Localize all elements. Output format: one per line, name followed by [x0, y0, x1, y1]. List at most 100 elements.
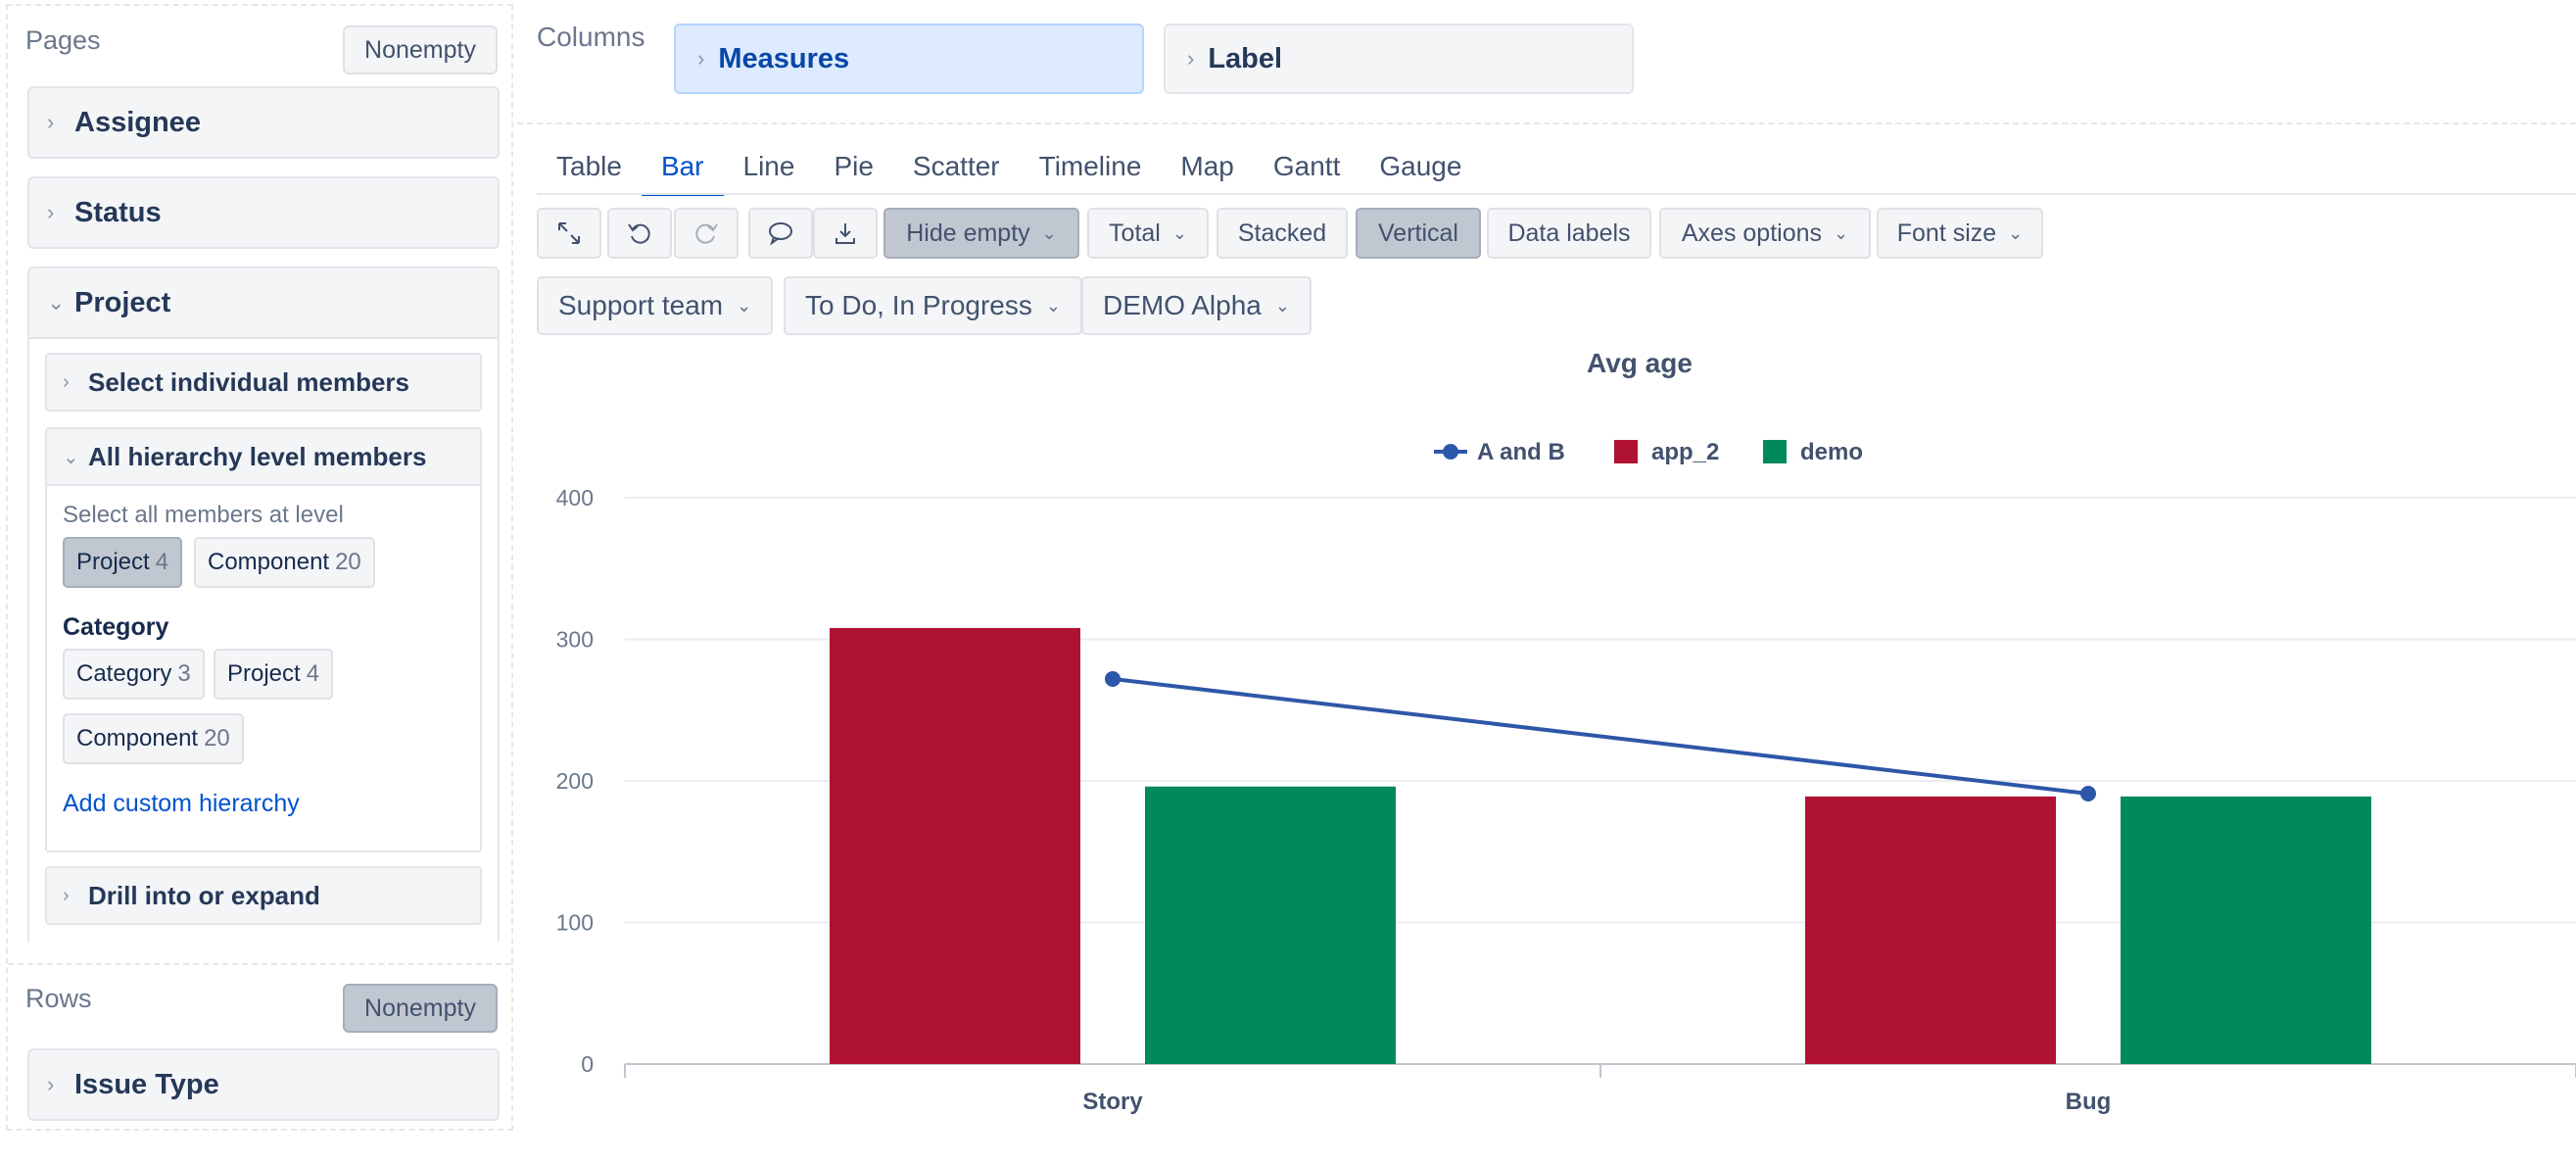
filter-project[interactable]: DEMO Alpha ⌄ — [1081, 276, 1312, 335]
chevron-down-icon: ⌄ — [1274, 295, 1290, 315]
select-individual-members[interactable]: › Select individual members — [45, 353, 482, 412]
y-tick-label: 200 — [556, 768, 594, 794]
x-tick-label: Story — [1082, 1089, 1143, 1115]
page-dimension-status[interactable]: › Status — [27, 176, 500, 249]
tab-line[interactable]: Line — [724, 147, 815, 194]
column-dimension-measures[interactable]: › Measures — [674, 24, 1144, 94]
level-chip-project[interactable]: Project 4 — [63, 537, 183, 588]
tab-pie[interactable]: Pie — [814, 147, 892, 194]
redo-button[interactable] — [674, 208, 739, 259]
chevron-right-icon: › — [47, 1072, 55, 1096]
dimension-label: Issue Type — [74, 1068, 219, 1100]
legend-swatch — [1763, 440, 1787, 463]
total-dropdown[interactable]: Total ⌄ — [1087, 208, 1209, 259]
legend-label: demo — [1800, 439, 1863, 465]
redo-icon — [695, 223, 718, 244]
filter-support-team[interactable]: Support team ⌄ — [537, 276, 774, 335]
chevron-right-icon: › — [47, 110, 55, 134]
category-chip-project[interactable]: Project 4 — [214, 649, 334, 700]
chip-count: 4 — [306, 660, 320, 687]
dimension-label: Measures — [718, 42, 850, 74]
undo-button[interactable] — [607, 208, 672, 259]
tab-scatter[interactable]: Scatter — [893, 147, 1020, 194]
row-dimension-issue-type[interactable]: › Issue Type — [27, 1048, 500, 1121]
chevron-down-icon: ⌄ — [737, 295, 752, 315]
dimension-label: Label — [1208, 42, 1283, 74]
chart-title: Avg age — [1587, 348, 1693, 378]
project-options: › Select individual members ⌄ All hierar… — [29, 337, 498, 945]
data-labels-button[interactable]: Data labels — [1487, 208, 1651, 259]
axes-options-dropdown[interactable]: Axes options ⌄ — [1659, 208, 1871, 259]
chip-label: Category — [76, 660, 172, 687]
page-dimension-project[interactable]: ⌄ Project › Select individual members ⌄ … — [27, 267, 500, 945]
legend-label: app_2 — [1651, 439, 1719, 465]
tab-gantt[interactable]: Gantt — [1254, 147, 1360, 194]
undo-icon — [628, 223, 650, 244]
select-individual-label: Select individual members — [88, 366, 410, 397]
tab-map[interactable]: Map — [1161, 147, 1253, 194]
bar-app_2 — [1805, 796, 2056, 1064]
legend-swatch — [1614, 440, 1638, 463]
vertical-button[interactable]: Vertical — [1356, 208, 1481, 259]
chevron-right-icon: › — [63, 884, 70, 906]
total-label: Total — [1109, 218, 1161, 247]
category-chip-category[interactable]: Category 3 — [63, 649, 205, 700]
chip-label: Project — [76, 549, 150, 575]
column-dimension-label[interactable]: › Label — [1164, 24, 1634, 94]
tab-timeline[interactable]: Timeline — [1020, 147, 1162, 194]
tab-gauge[interactable]: Gauge — [1360, 147, 1481, 194]
page-dimension-assignee[interactable]: › Assignee — [27, 86, 500, 159]
pages-rows-panel: Pages Nonempty › Assignee › Status ⌄ Pro… — [6, 4, 513, 1131]
tab-table[interactable]: Table — [537, 147, 642, 194]
chip-label: Component — [76, 725, 199, 752]
bar-demo — [2121, 796, 2371, 1064]
legend-label: A and B — [1477, 439, 1565, 465]
drill-into-or-expand[interactable]: › Drill into or expand — [45, 866, 482, 925]
y-tick-label: 400 — [556, 485, 594, 510]
chip-label: Component — [208, 549, 330, 575]
chevron-down-icon: ⌄ — [1171, 222, 1187, 243]
chevron-down-icon: ⌄ — [63, 446, 79, 468]
tab-bar[interactable]: Bar — [641, 147, 724, 196]
pages-title: Pages — [25, 25, 101, 55]
chevron-right-icon: › — [47, 200, 55, 224]
section-divider — [8, 963, 511, 965]
all-hierarchy-level-members[interactable]: ⌄ All hierarchy level members Select all… — [45, 427, 482, 852]
legend-swatch — [1443, 444, 1458, 460]
all-hierarchy-label: All hierarchy level members — [88, 441, 427, 471]
bar-app_2 — [830, 627, 1080, 1064]
fullscreen-button[interactable] — [537, 208, 601, 259]
dimension-label: Project — [74, 286, 171, 318]
dimension-label: Assignee — [74, 106, 201, 138]
stacked-button[interactable]: Stacked — [1216, 208, 1348, 259]
chevron-right-icon: › — [1187, 46, 1195, 71]
add-custom-hierarchy-link[interactable]: Add custom hierarchy — [63, 790, 300, 818]
select-all-text: Select all members at level — [63, 502, 344, 528]
rows-title: Rows — [25, 984, 92, 1013]
axes-options-label: Axes options — [1681, 218, 1823, 247]
font-size-dropdown[interactable]: Font size ⌄ — [1877, 208, 2043, 259]
point-A and B — [1105, 670, 1121, 687]
y-tick-label: 300 — [556, 627, 594, 653]
bar-demo — [1145, 786, 1396, 1064]
chip-label: Project — [227, 660, 301, 687]
level-chip-component[interactable]: Component 20 — [194, 537, 375, 588]
pages-nonempty-button[interactable]: Nonempty — [343, 25, 498, 74]
chip-count: 4 — [155, 549, 169, 575]
category-title: Category — [63, 613, 169, 641]
chevron-down-icon: ⌄ — [1041, 222, 1057, 243]
filter-label: To Do, In Progress — [805, 290, 1032, 320]
chevron-down-icon: ⌄ — [1045, 295, 1061, 315]
dimension-label: Status — [74, 196, 162, 228]
chevron-right-icon: › — [697, 46, 705, 71]
rows-nonempty-button[interactable]: Nonempty — [343, 984, 498, 1033]
y-tick-label: 0 — [581, 1051, 594, 1077]
category-chip-component[interactable]: Component 20 — [63, 713, 244, 764]
comment-button[interactable] — [748, 208, 813, 259]
x-tick-label: Bug — [2066, 1089, 2112, 1115]
y-tick-label: 100 — [556, 910, 594, 936]
hide-empty-dropdown[interactable]: Hide empty ⌄ — [883, 208, 1079, 259]
export-button[interactable] — [813, 208, 878, 259]
line-A and B — [1112, 676, 2089, 796]
filter-status[interactable]: To Do, In Progress ⌄ — [784, 276, 1082, 335]
